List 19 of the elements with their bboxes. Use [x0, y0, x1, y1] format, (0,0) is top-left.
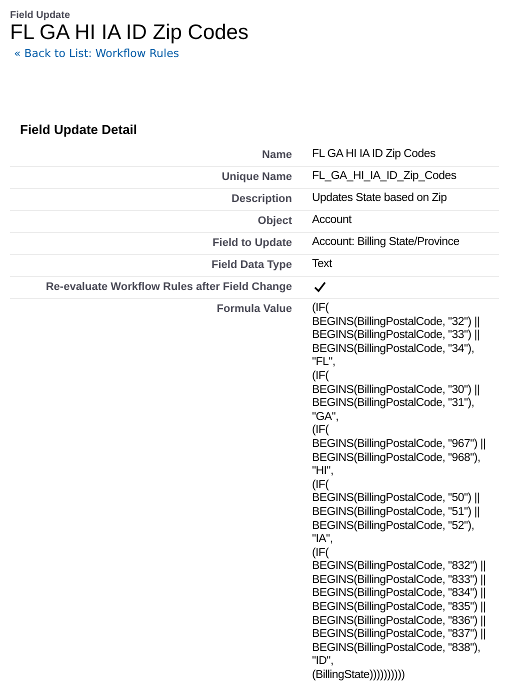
field-label: Re-evaluate Workflow Rules after Field Change: [10, 277, 302, 299]
field-label: Object: [10, 211, 302, 233]
field-value: Text: [302, 255, 499, 277]
field-value: (IF( BEGINS(BillingPostalCode, "32") || BEGINS(BillingPostalCode, "33") || BEGINS(BillingPostalCode, "34"), "FL", (IF( BEGINS(BillingPostalCode, "30") || BEGINS(BillingPostalCode, "31"), "GA", (IF( BEGINS(BillingPostalCode, "967") || BEGINS(BillingPostalCode, "968"), "HI", (IF( BEGINS(BillingPostalCode, "50") || BEGINS(BillingPostalCode, "51") || BEGINS(BillingPostalCode, "52"), "IA", (IF( BEGINS(BillingPostalCode, "832") || BEGINS(BillingPostalCode, "833") || BEGINS(BillingPostalCode, "834") || BEGINS(BillingPostalCode, "835") || BEGINS(BillingPostalCode, "836") || BEGINS(BillingPostalCode, "837") || BEGINS(BillingPostalCode, "838"), "ID", (BillingState)))))))))): [311, 301, 487, 684]
section-title: Field Update Detail: [20, 122, 138, 137]
field-label: Formula Value: [216, 302, 293, 317]
field-label: Field to Update: [10, 233, 302, 255]
field-label: Description: [10, 189, 302, 211]
field-label: Field Data Type: [10, 255, 302, 277]
field-value: Account: [302, 211, 499, 233]
field-value: Updates State based on Zip: [302, 189, 499, 211]
field-value: FL GA HI IA ID Zip Codes: [302, 145, 499, 167]
field-label: Name: [10, 145, 302, 167]
page-title: FL GA HI IA ID Zip Codes: [10, 22, 250, 44]
field-value: Account: Billing State/Province: [302, 233, 499, 255]
field-label: Unique Name: [10, 167, 302, 189]
page-type-label: Field Update: [10, 10, 72, 22]
field-value: FL_GA_HI_IA_ID_Zip_Codes: [302, 167, 499, 189]
back-link[interactable]: « Back to List: Workflow Rules: [14, 47, 180, 60]
